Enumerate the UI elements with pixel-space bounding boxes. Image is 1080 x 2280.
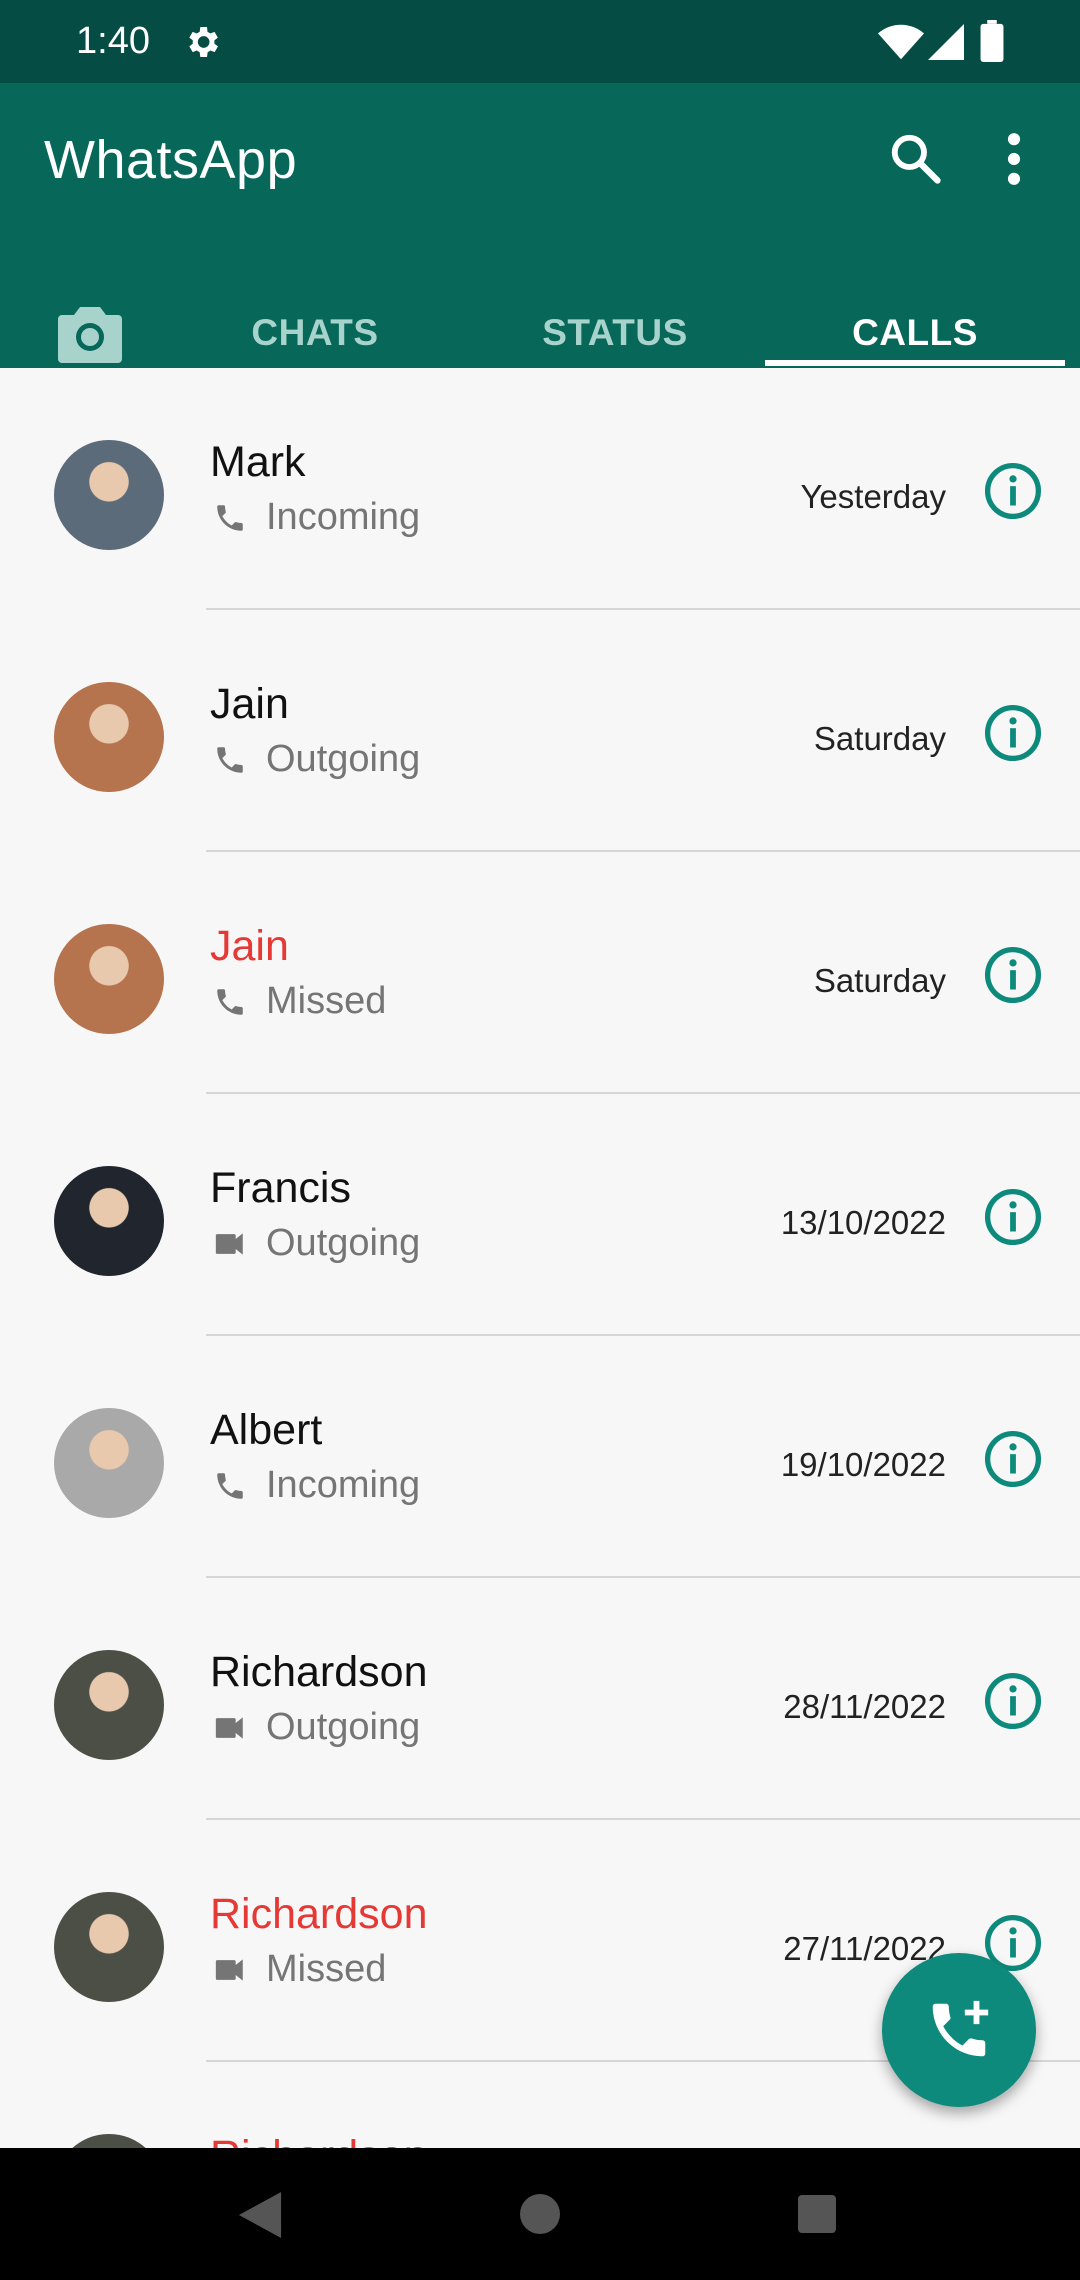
- contact-name: Jain: [210, 680, 289, 728]
- system-nav-bar: [0, 2148, 1080, 2280]
- new-call-fab[interactable]: [882, 1953, 1036, 2107]
- call-detail: Missed: [210, 980, 386, 1023]
- info-icon[interactable]: [984, 704, 1042, 762]
- calls-list[interactable]: Mark Incoming Yesterday Jain Outgoing Sa…: [0, 368, 1080, 2148]
- contact-name: Francis: [210, 1164, 351, 1212]
- call-row[interactable]: Francis Outgoing 13/10/2022: [0, 1094, 1080, 1336]
- call-direction: Incoming: [266, 496, 421, 538]
- contact-name: Albert: [210, 1406, 323, 1454]
- battery-icon: [980, 20, 1004, 62]
- call-row[interactable]: Albert Incoming 19/10/2022: [0, 1336, 1080, 1578]
- app-title: WhatsApp: [44, 130, 298, 190]
- call-date: 13/10/2022: [780, 1204, 946, 1241]
- camera-icon: [58, 307, 122, 363]
- call-row[interactable]: Jain Missed Saturday: [0, 852, 1080, 1094]
- avatar: [54, 924, 164, 1034]
- avatar: [54, 1166, 164, 1276]
- back-icon[interactable]: [238, 2192, 282, 2238]
- call-direction: Outgoing: [266, 1706, 421, 1748]
- contact-name: Jain: [210, 922, 289, 970]
- gear-icon: [189, 27, 218, 57]
- contact-name: Richardson: [210, 1890, 428, 1938]
- voice-call-icon: [210, 985, 250, 1019]
- call-detail: Outgoing: [210, 738, 420, 781]
- call-date: Yesterday: [800, 478, 946, 515]
- call-direction: Incoming: [266, 1464, 421, 1506]
- call-direction: Outgoing: [266, 738, 421, 780]
- wifi-icon: [878, 24, 924, 60]
- avatar: [54, 1650, 164, 1760]
- info-icon[interactable]: [984, 1430, 1042, 1488]
- call-row[interactable]: Richardson Outgoing 28/11/2022: [0, 1578, 1080, 1820]
- info-icon[interactable]: [984, 1672, 1042, 1730]
- avatar: [54, 1408, 164, 1518]
- avatar: [54, 682, 164, 792]
- contact-name: Mark: [210, 438, 306, 486]
- recents-icon[interactable]: [798, 2195, 836, 2233]
- call-direction: Missed: [266, 980, 387, 1022]
- video-call-icon: [210, 1953, 250, 1987]
- call-date: Saturday: [813, 962, 946, 999]
- video-call-icon: [210, 1711, 250, 1745]
- signal-icon: [928, 24, 964, 60]
- add-call-icon: [932, 2000, 989, 2057]
- voice-call-icon: [210, 743, 250, 777]
- voice-call-icon: [210, 501, 250, 535]
- search-icon[interactable]: [888, 131, 942, 185]
- call-detail: Incoming: [210, 1464, 420, 1507]
- tab-chats[interactable]: CHATS: [165, 283, 465, 368]
- info-icon[interactable]: [984, 946, 1042, 1004]
- call-detail: Outgoing: [210, 1706, 420, 1749]
- call-detail: Missed: [210, 1948, 386, 1991]
- call-direction: Outgoing: [266, 1222, 421, 1264]
- call-row[interactable]: Mark Incoming Yesterday: [0, 368, 1080, 610]
- tab-calls[interactable]: CALLS: [765, 283, 1065, 368]
- video-call-icon: [210, 1227, 250, 1261]
- tab-status[interactable]: STATUS: [465, 283, 765, 368]
- status-time: 1:40: [76, 20, 150, 62]
- home-icon[interactable]: [520, 2194, 560, 2234]
- contact-name: Richardson: [210, 2132, 428, 2148]
- avatar: [54, 440, 164, 550]
- call-detail: Outgoing: [210, 1222, 420, 1265]
- contact-name: Richardson: [210, 1648, 428, 1696]
- info-icon[interactable]: [984, 1188, 1042, 1246]
- more-vert-icon[interactable]: [1000, 131, 1028, 187]
- call-detail: Incoming: [210, 496, 420, 539]
- call-row[interactable]: Jain Outgoing Saturday: [0, 610, 1080, 852]
- avatar: [54, 1892, 164, 2002]
- call-date: Saturday: [813, 720, 946, 757]
- info-icon[interactable]: [984, 462, 1042, 520]
- call-date: 19/10/2022: [780, 1446, 946, 1483]
- voice-call-icon: [210, 1469, 250, 1503]
- tab-indicator: [765, 360, 1065, 366]
- call-direction: Missed: [266, 1948, 387, 1990]
- app-bar: WhatsApp CHATS STATUS CALLS: [0, 83, 1080, 368]
- status-bar: 1:40: [0, 0, 1080, 83]
- tab-camera[interactable]: [54, 283, 126, 368]
- tab-bar: CHATS STATUS CALLS: [0, 283, 1080, 368]
- avatar: [54, 2134, 164, 2148]
- call-date: 28/11/2022: [783, 1688, 946, 1725]
